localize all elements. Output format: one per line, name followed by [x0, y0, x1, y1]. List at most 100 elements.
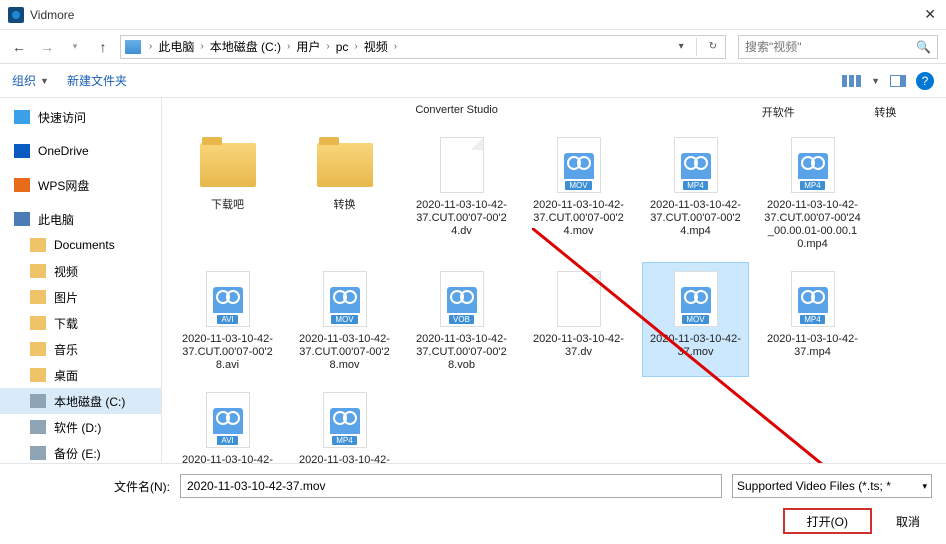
file-item[interactable]: VOB2020-11-03-10-42-37.CUT.00'07-00'28.v… [408, 262, 515, 377]
sidebar-item[interactable]: Documents [0, 232, 161, 258]
breadcrumb[interactable]: › 此电脑›本地磁盘 (C:)›用户›pc›视频›▾↻ [120, 35, 726, 59]
sidebar-item[interactable]: 桌面 [0, 362, 161, 388]
partial-label: 转换 [837, 104, 934, 120]
sidebar-item[interactable]: 快速访问 [0, 104, 161, 130]
breadcrumb-item[interactable]: pc [334, 40, 351, 54]
file-thumb [430, 133, 494, 197]
recent-dd[interactable]: ▾ [64, 36, 86, 58]
cancel-button[interactable]: 取消 [884, 508, 932, 534]
file-ext-badge: MP4 [683, 181, 707, 190]
chevron-right-icon[interactable]: › [390, 41, 401, 52]
file-item[interactable]: 2020-11-03-10-42-37.CUT.00'07-00'24.dv [408, 128, 515, 256]
sidebar-item-label: WPS网盘 [38, 177, 89, 194]
sidebar-item-label: 快速访问 [38, 109, 86, 126]
sidebar-item[interactable]: 本地磁盘 (C:) [0, 388, 161, 414]
open-button[interactable]: 打开(O) [783, 508, 872, 534]
sidebar-item-label: 下载 [54, 315, 78, 332]
folder-icon [30, 238, 46, 252]
file-pane[interactable]: Converter Studio 开软件 转换 下载吧转换2020-11-03-… [162, 98, 946, 463]
file-item[interactable]: MP4 2020-11-03-10-42-37.CUT.00'07-00'24.m… [642, 128, 749, 256]
sidebar-item[interactable]: WPS网盘 [0, 172, 161, 198]
breadcrumb-item[interactable]: 用户 [294, 38, 322, 55]
filetype-select[interactable]: Supported Video Files (*.ts; * ▾ [732, 474, 932, 498]
file-item[interactable]: MOV2020-11-03-10-42-37.mov [642, 262, 749, 377]
file-thumb [313, 133, 377, 197]
chevron-right-icon[interactable]: › [283, 41, 294, 52]
file-ext-badge: AVI [217, 315, 237, 324]
chevron-right-icon[interactable]: › [322, 41, 333, 52]
new-folder-button[interactable]: 新建文件夹 [67, 72, 127, 89]
sidebar-item[interactable]: 备份 (E:) [0, 440, 161, 463]
help-icon[interactable]: ? [916, 72, 934, 90]
sidebar-item[interactable]: 图片 [0, 284, 161, 310]
sidebar-item-label: 视频 [54, 263, 78, 280]
filename-input[interactable] [180, 474, 722, 498]
file-ext-badge: VOB [449, 315, 474, 324]
file-ext-badge: MP4 [800, 181, 824, 190]
file-item[interactable]: MP4 2020-11-03-10-42-3720201203134753.mp4 [291, 383, 398, 463]
video-icon: MOV [674, 271, 718, 327]
close-icon[interactable]: ✕ [924, 6, 936, 23]
search-input[interactable]: 🔍 [738, 35, 938, 59]
sidebar-item-label: Documents [54, 238, 115, 252]
chevron-right-icon[interactable]: › [350, 41, 361, 52]
file-name: 2020-11-03-10-42-37.CUT.00'07-00'24.mp4 [647, 199, 744, 238]
file-item[interactable]: MOV2020-11-03-10-42-37.CUT.00'07-00'24.m… [525, 128, 632, 256]
preview-pane-icon[interactable] [890, 75, 906, 87]
video-icon: MP4 [791, 137, 835, 193]
breadcrumb-item[interactable]: 此电脑 [156, 38, 196, 55]
file-thumb: MP4 [664, 133, 728, 197]
folder-icon [14, 212, 30, 226]
breadcrumb-item[interactable]: 本地磁盘 (C:) [208, 38, 283, 55]
folder-icon [30, 446, 46, 460]
sidebar-item[interactable]: 下载 [0, 310, 161, 336]
search-icon[interactable]: 🔍 [916, 40, 931, 54]
file-ext-badge: MOV [331, 315, 357, 324]
sidebar-item[interactable]: 软件 (D:) [0, 414, 161, 440]
file-item[interactable]: 转换 [291, 128, 398, 256]
folder-icon [30, 264, 46, 278]
sidebar-item[interactable]: OneDrive [0, 138, 161, 164]
folder-icon [30, 342, 46, 356]
chevron-right-icon[interactable]: › [196, 41, 207, 52]
file-thumb: MP4 [781, 133, 845, 197]
sidebar-item[interactable]: 视频 [0, 258, 161, 284]
filename-label: 文件名(N): [114, 478, 170, 495]
folder-icon [30, 420, 46, 434]
file-item[interactable]: 2020-11-03-10-42-37.dv [525, 262, 632, 377]
sidebar-item[interactable]: 此电脑 [0, 206, 161, 232]
forward-button: → [36, 36, 58, 58]
file-item[interactable]: MP42020-11-03-10-42-37.CUT.00'07-00'24_0… [759, 128, 866, 256]
chevron-down-icon[interactable]: ▾ [675, 41, 688, 52]
folder-icon [30, 368, 46, 382]
file-item[interactable]: AVI2020-11-03-10-42-37.CUT.00'07-00'28.a… [174, 262, 281, 377]
chevron-right-icon[interactable]: › [145, 41, 156, 52]
file-item[interactable]: MOV2020-11-03-10-42-37.CUT.00'07-00'28.m… [291, 262, 398, 377]
file-item[interactable]: AVI2020-11-03-10-42-3720201203134753.avi [174, 383, 281, 463]
search-field[interactable] [745, 40, 916, 54]
breadcrumb-item[interactable]: 视频 [362, 38, 390, 55]
organize-button[interactable]: 组织▼ [12, 72, 49, 89]
file-ext-badge: MP4 [332, 436, 356, 445]
file-name: 2020-11-03-10-42-3720201203134753.mp4 [296, 454, 393, 463]
refresh-icon[interactable]: ↻ [705, 41, 721, 52]
folder-icon [200, 143, 256, 187]
window-title: Vidmore [30, 8, 74, 22]
app-icon [8, 7, 24, 23]
sidebar: 快速访问 OneDrive WPS网盘此电脑 Documents 视频图片下载音乐桌面本… [0, 98, 162, 463]
partial-label: 开软件 [730, 104, 827, 120]
chevron-down-icon[interactable]: ▼ [871, 76, 880, 86]
file-item[interactable]: 下载吧 [174, 128, 281, 256]
bottom-panel: 文件名(N): Supported Video Files (*.ts; * ▾… [0, 463, 946, 544]
file-thumb: AVI [196, 267, 260, 331]
file-item[interactable]: MP42020-11-03-10-42-37.mp4 [759, 262, 866, 377]
file-name: 下载吧 [211, 199, 244, 212]
video-icon: VOB [440, 271, 484, 327]
view-layout-icon[interactable] [842, 75, 861, 87]
video-icon: AVI [206, 392, 250, 448]
file-ext-badge: MOV [565, 181, 591, 190]
file-ext-badge: MP4 [800, 315, 824, 324]
up-button[interactable]: ↑ [92, 36, 114, 58]
back-button[interactable]: ← [8, 36, 30, 58]
sidebar-item[interactable]: 音乐 [0, 336, 161, 362]
